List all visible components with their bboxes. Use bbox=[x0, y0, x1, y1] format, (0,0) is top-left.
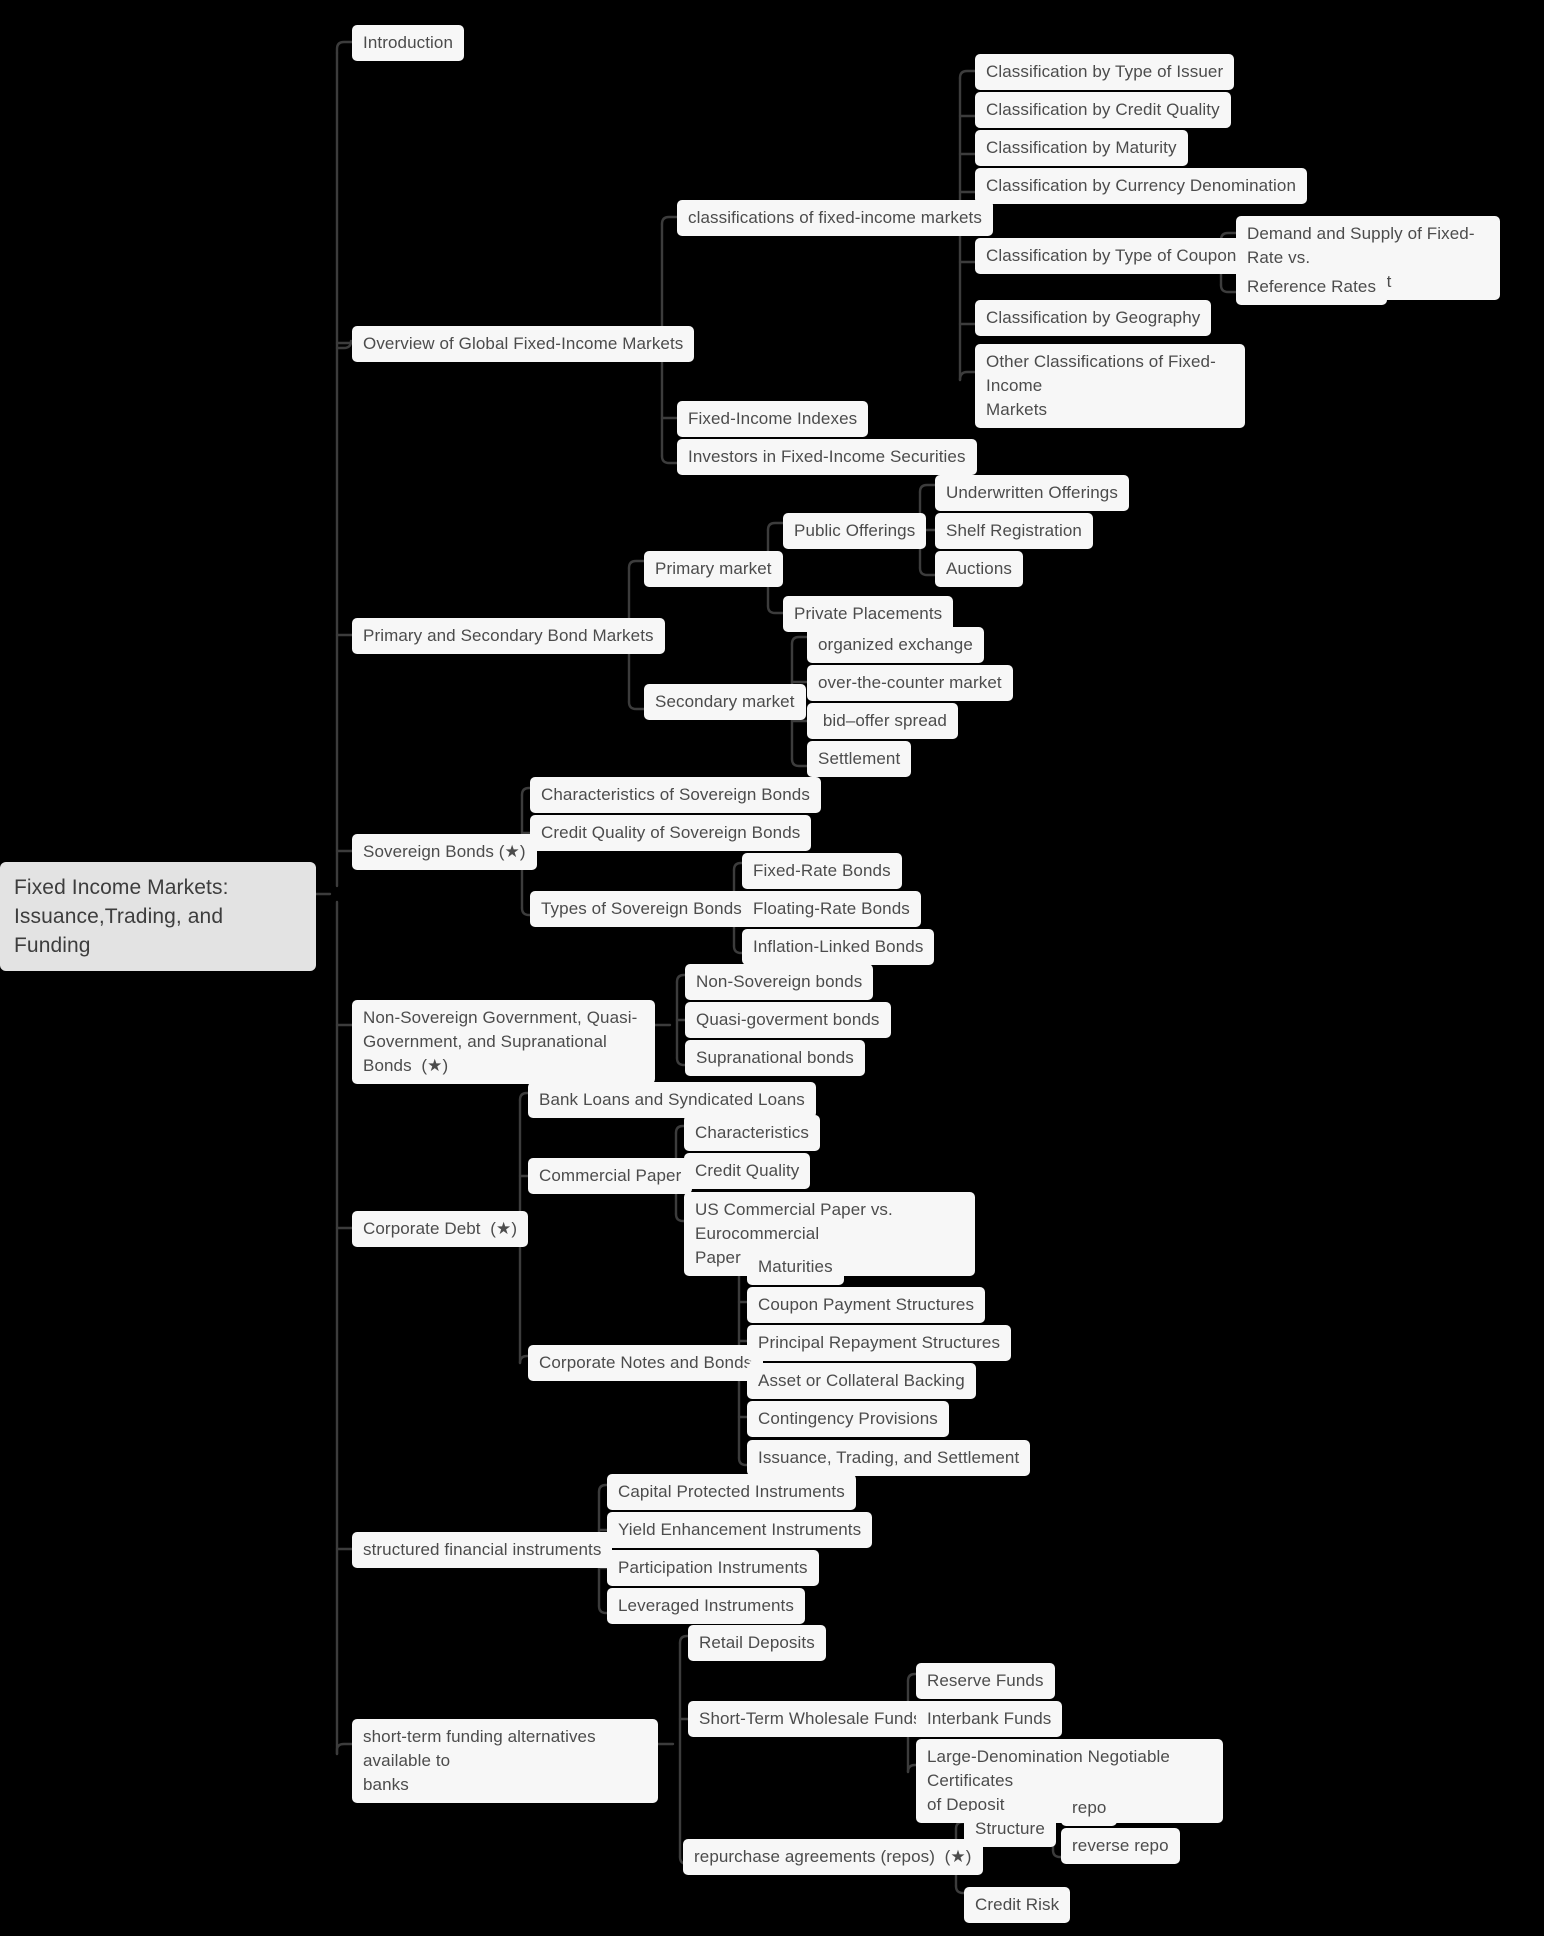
node-underwritten-offerings[interactable]: Underwritten Offerings bbox=[935, 475, 1129, 511]
root-node[interactable]: Fixed Income Markets: Issuance,Trading, … bbox=[0, 862, 316, 971]
node-classification-by-type-of-issuer[interactable]: Classification by Type of Issuer bbox=[975, 54, 1235, 90]
node-non-sovereign-quasi-supranational-bonds[interactable]: Non-Sovereign Government, Quasi- Governm… bbox=[352, 1000, 655, 1084]
node-retail-deposits[interactable]: Retail Deposits bbox=[688, 1625, 826, 1661]
node-repo-credit-risk[interactable]: Credit Risk bbox=[964, 1887, 1071, 1923]
mindmap-canvas: Fixed Income Markets: Issuance,Trading, … bbox=[0, 0, 1544, 1936]
node-introduction[interactable]: Introduction bbox=[352, 25, 465, 61]
node-repo[interactable]: repo bbox=[1061, 1790, 1118, 1826]
node-classification-by-geography[interactable]: Classification by Geography bbox=[975, 300, 1212, 336]
node-primary-market[interactable]: Primary market bbox=[644, 551, 783, 587]
node-characteristics-of-sovereign-bonds[interactable]: Characteristics of Sovereign Bonds bbox=[530, 777, 821, 813]
node-public-offerings[interactable]: Public Offerings bbox=[783, 513, 927, 549]
node-classification-by-credit-quality[interactable]: Classification by Credit Quality bbox=[975, 92, 1231, 128]
node-maturities[interactable]: Maturities bbox=[747, 1249, 844, 1285]
node-primary-and-secondary-bond-markets[interactable]: Primary and Secondary Bond Markets bbox=[352, 618, 665, 654]
node-asset-or-collateral-backing[interactable]: Asset or Collateral Backing bbox=[747, 1363, 976, 1399]
node-capital-protected-instruments[interactable]: Capital Protected Instruments bbox=[607, 1474, 856, 1510]
node-floating-rate-bonds[interactable]: Floating-Rate Bonds bbox=[742, 891, 921, 927]
node-credit-quality-of-sovereign-bonds[interactable]: Credit Quality of Sovereign Bonds bbox=[530, 815, 812, 851]
node-fixed-income-indexes[interactable]: Fixed-Income Indexes bbox=[677, 401, 869, 437]
node-repo-structure[interactable]: Structure bbox=[964, 1811, 1056, 1847]
node-repurchase-agreements-repos[interactable]: repurchase agreements (repos) (★) bbox=[683, 1839, 983, 1875]
node-structured-financial-instruments[interactable]: structured financial instruments bbox=[352, 1532, 613, 1568]
node-overview-global-fixed-income-markets[interactable]: Overview of Global Fixed-Income Markets bbox=[352, 326, 695, 362]
node-auctions[interactable]: Auctions bbox=[935, 551, 1024, 587]
node-non-sovereign-bonds[interactable]: Non-Sovereign bonds bbox=[685, 964, 874, 1000]
node-reserve-funds[interactable]: Reserve Funds bbox=[916, 1663, 1055, 1699]
node-short-term-wholesale-funds[interactable]: Short-Term Wholesale Funds bbox=[688, 1701, 933, 1737]
node-sovereign-bonds[interactable]: Sovereign Bonds (★) bbox=[352, 834, 537, 870]
node-contingency-provisions[interactable]: Contingency Provisions bbox=[747, 1401, 949, 1437]
node-inflation-linked-bonds[interactable]: Inflation-Linked Bonds bbox=[742, 929, 935, 965]
node-settlement[interactable]: Settlement bbox=[807, 741, 912, 777]
node-quasi-government-bonds[interactable]: Quasi-goverment bonds bbox=[685, 1002, 891, 1038]
node-classification-by-type-of-coupon[interactable]: Classification by Type of Coupon bbox=[975, 238, 1248, 274]
node-yield-enhancement-instruments[interactable]: Yield Enhancement Instruments bbox=[607, 1512, 873, 1548]
node-shelf-registration[interactable]: Shelf Registration bbox=[935, 513, 1093, 549]
node-participation-instruments[interactable]: Participation Instruments bbox=[607, 1550, 819, 1586]
node-classification-by-maturity[interactable]: Classification by Maturity bbox=[975, 130, 1188, 166]
node-bank-loans-and-syndicated-loans[interactable]: Bank Loans and Syndicated Loans bbox=[528, 1082, 816, 1118]
node-over-the-counter-market[interactable]: over-the-counter market bbox=[807, 665, 1013, 701]
node-reference-rates[interactable]: Reference Rates bbox=[1236, 269, 1388, 305]
node-corporate-debt[interactable]: Corporate Debt (★) bbox=[352, 1211, 529, 1247]
node-short-term-funding-alternatives[interactable]: short-term funding alternatives availabl… bbox=[352, 1719, 658, 1803]
node-secondary-market[interactable]: Secondary market bbox=[644, 684, 806, 720]
node-fixed-rate-bonds[interactable]: Fixed-Rate Bonds bbox=[742, 853, 902, 889]
node-classification-by-currency-denomination[interactable]: Classification by Currency Denomination bbox=[975, 168, 1308, 204]
node-reverse-repo[interactable]: reverse repo bbox=[1061, 1828, 1180, 1864]
node-other-classifications-of-fixed-income-markets[interactable]: Other Classifications of Fixed-Income Ma… bbox=[975, 344, 1245, 428]
node-coupon-payment-structures[interactable]: Coupon Payment Structures bbox=[747, 1287, 986, 1323]
node-cp-credit-quality[interactable]: Credit Quality bbox=[684, 1153, 811, 1189]
node-supranational-bonds[interactable]: Supranational bonds bbox=[685, 1040, 865, 1076]
node-types-of-sovereign-bonds[interactable]: Types of Sovereign Bonds bbox=[530, 891, 753, 927]
node-bid-offer-spread[interactable]: bid–offer spread bbox=[807, 703, 958, 739]
node-principal-repayment-structures[interactable]: Principal Repayment Structures bbox=[747, 1325, 1012, 1361]
node-corporate-notes-and-bonds[interactable]: Corporate Notes and Bonds bbox=[528, 1345, 764, 1381]
node-investors-in-fixed-income-securities[interactable]: Investors in Fixed-Income Securities bbox=[677, 439, 977, 475]
node-commercial-paper[interactable]: Commercial Paper bbox=[528, 1158, 693, 1194]
node-interbank-funds[interactable]: Interbank Funds bbox=[916, 1701, 1063, 1737]
node-leveraged-instruments[interactable]: Leveraged Instruments bbox=[607, 1588, 805, 1624]
node-organized-exchange[interactable]: organized exchange bbox=[807, 627, 984, 663]
node-cp-characteristics[interactable]: Characteristics bbox=[684, 1115, 820, 1151]
node-issuance-trading-and-settlement[interactable]: Issuance, Trading, and Settlement bbox=[747, 1440, 1031, 1476]
node-classifications-of-fixed-income-markets[interactable]: classifications of fixed-income markets bbox=[677, 200, 993, 236]
